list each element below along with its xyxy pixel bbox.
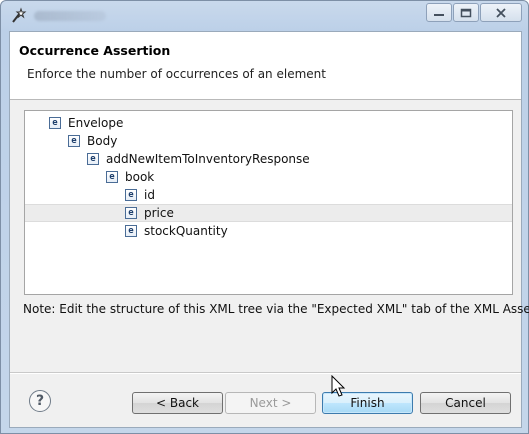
xml-element-icon: e [68,135,80,147]
wizard-header: Occurrence Assertion Enforce the number … [10,32,521,100]
help-icon: ? [35,393,45,409]
xml-element-icon: e [125,189,137,201]
xml-element-icon: e [106,171,118,183]
button-bar-separator [10,372,521,374]
page-description: Enforce the number of occurrences of an … [27,67,326,81]
page-title: Occurrence Assertion [19,43,171,58]
tree-node-label: Envelope [68,116,124,130]
maximize-button[interactable] [453,3,479,22]
close-button[interactable] [480,3,522,22]
tree-node-label: stockQuantity [144,224,228,238]
xml-element-icon: e [125,225,137,237]
next-button[interactable]: Next > [225,392,316,414]
tree-node-label: book [125,170,155,184]
tree-node-label: id [144,188,155,202]
help-button[interactable]: ? [29,390,51,412]
tree-node[interactable]: e addNewItemToInventoryResponse [25,150,512,168]
xml-element-icon: e [49,117,61,129]
tree-node[interactable]: e Envelope [25,114,512,132]
maximize-icon [460,8,472,17]
tree-node[interactable]: e stockQuantity [25,222,512,240]
tree-node[interactable]: e book [25,168,512,186]
tree-node-label: price [144,206,174,220]
tree-node[interactable]: e Body [25,132,512,150]
mouse-pointer-icon [331,375,346,397]
window-controls [426,3,522,23]
window-title-blurred [34,11,106,21]
tree-node[interactable]: e id [25,186,512,204]
tree-node-label: addNewItemToInventoryResponse [106,152,310,166]
title-bar[interactable] [1,1,528,31]
xml-element-icon: e [125,207,137,219]
close-icon [496,7,506,18]
tree-node[interactable]: e price [25,204,512,222]
dialog-client-area: Occurrence Assertion Enforce the number … [9,31,529,428]
wizard-icon [10,7,28,25]
tree-note: Note: Edit the structure of this XML tre… [23,302,529,316]
tree-node-label: Body [87,134,118,148]
minimize-icon [434,13,444,16]
xml-element-icon: e [87,153,99,165]
minimize-button[interactable] [426,3,452,22]
cancel-button[interactable]: Cancel [420,392,511,414]
wizard-window: Occurrence Assertion Enforce the number … [0,0,529,434]
xml-element-tree[interactable]: e Envelope e Body e addNewItemToInventoryResp… [24,110,513,295]
back-button[interactable]: < Back [132,392,223,414]
